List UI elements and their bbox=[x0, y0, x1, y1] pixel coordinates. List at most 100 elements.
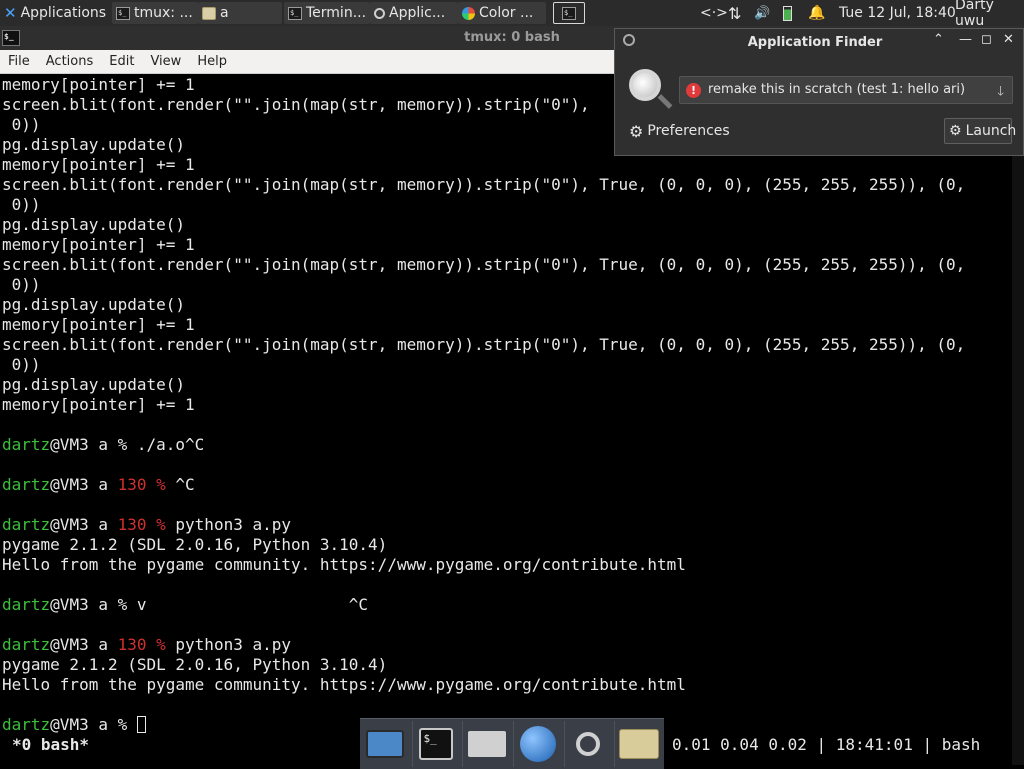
taskbar-item-label: Applic... bbox=[389, 5, 446, 21]
line-text: 0)) bbox=[2, 275, 41, 294]
line-text: pg.display.update() bbox=[2, 375, 186, 394]
menu-help[interactable]: Help bbox=[189, 54, 235, 69]
launch-icon: ⚙ bbox=[949, 123, 962, 139]
taskbar-item-folder-a[interactable]: a bbox=[198, 2, 282, 24]
line-text: memory[pointer] += 1 bbox=[2, 315, 195, 334]
output-line: memory[pointer] += 1 bbox=[2, 315, 1012, 335]
volume-icon[interactable]: 🔊 bbox=[754, 0, 770, 26]
line-text: pg.display.update() bbox=[2, 295, 186, 314]
line-text: pg.display.update() bbox=[2, 135, 186, 154]
taskbar-item-label: Termin... bbox=[306, 5, 367, 21]
command-text: v ^C bbox=[136, 595, 369, 614]
command-entry[interactable]: ! remake this in scratch (test 1: hello … bbox=[679, 76, 1013, 104]
application-finder-window: Application Finder ⌃ — ◻ ✕ ! remake this… bbox=[614, 28, 1024, 156]
xfce-logo-icon: ✕ bbox=[4, 4, 17, 22]
dock-app-finder[interactable] bbox=[563, 721, 613, 767]
home-folder-icon bbox=[468, 731, 507, 757]
maximize-button[interactable]: ◻ bbox=[981, 32, 992, 47]
dock-files[interactable] bbox=[614, 721, 663, 767]
prompt-host: @VM3 a bbox=[50, 635, 118, 654]
prompt-host: @VM3 a bbox=[50, 715, 118, 734]
menu-view[interactable]: View bbox=[142, 54, 189, 69]
output-line: pg.display.update() bbox=[2, 375, 1012, 395]
dock: $_ bbox=[360, 718, 664, 769]
line-text: screen.blit(font.render("".join(map(str,… bbox=[2, 255, 966, 274]
prompt-user: dartz bbox=[2, 635, 51, 654]
dock-web-browser[interactable] bbox=[512, 721, 562, 767]
taskbar-item-app-finder[interactable]: Applic... bbox=[370, 2, 458, 24]
taskbar-item-tmux[interactable]: $_ tmux: ... bbox=[112, 2, 198, 24]
output-line: screen.blit(font.render("".join(map(str,… bbox=[2, 335, 1012, 355]
output-line: Hello from the pygame community. https:/… bbox=[2, 555, 1012, 575]
output-line: pygame 2.1.2 (SDL 2.0.16, Python 3.10.4) bbox=[2, 535, 1012, 555]
prompt-user: dartz bbox=[2, 595, 51, 614]
transfer-icon[interactable]: ⇅ bbox=[728, 0, 741, 26]
prompt-user: dartz bbox=[2, 715, 51, 734]
network-icon[interactable]: <·> bbox=[700, 0, 728, 26]
taskbar-item-terminal[interactable]: $_ Termin... bbox=[284, 2, 370, 24]
folder-icon bbox=[619, 729, 660, 759]
battery-icon[interactable] bbox=[783, 0, 792, 26]
line-text: memory[pointer] += 1 bbox=[2, 155, 195, 174]
output-line: memory[pointer] += 1 bbox=[2, 155, 1012, 175]
prompt-user: dartz bbox=[2, 435, 51, 454]
line-text: 0)) bbox=[2, 195, 41, 214]
expand-arrow-icon[interactable]: 🡓 bbox=[997, 82, 1004, 104]
output-line: 0)) bbox=[2, 355, 1012, 375]
command-text: ^C bbox=[175, 475, 195, 494]
launch-button[interactable]: ⚙ Launch bbox=[944, 118, 1016, 144]
close-button[interactable]: ✕ bbox=[1003, 32, 1014, 47]
menu-actions[interactable]: Actions bbox=[38, 54, 102, 69]
notification-bell-icon[interactable]: 🔔 bbox=[808, 0, 825, 26]
tmux-status-right: 0.01 0.04 0.02 | 18:41:01 | bash bbox=[672, 735, 981, 754]
minimize-button[interactable]: — bbox=[959, 32, 972, 47]
prompt-line: dartz@VM3 a % ./a.o^C bbox=[2, 435, 1012, 455]
exit-code: 130 bbox=[117, 635, 157, 654]
output-line: memory[pointer] += 1 bbox=[2, 395, 1012, 415]
output-line: 0)) bbox=[2, 195, 1012, 215]
magnifier-icon bbox=[374, 7, 385, 19]
line-text: memory[pointer] += 1 bbox=[2, 395, 195, 414]
clock[interactable]: Tue 12 Jul, 18:40 bbox=[839, 0, 956, 26]
taskbar-item-color[interactable]: Color ... bbox=[458, 2, 546, 24]
applications-label: Applications bbox=[20, 5, 107, 21]
command-text: python3 a.py bbox=[175, 515, 291, 534]
line-text: pygame 2.1.2 (SDL 2.0.16, Python 3.10.4) bbox=[2, 655, 388, 674]
menu-edit[interactable]: Edit bbox=[101, 54, 142, 69]
output-line: pg.display.update() bbox=[2, 295, 1012, 315]
prompt-symbol: % bbox=[156, 515, 176, 534]
launch-label: Launch bbox=[965, 123, 1017, 139]
user-menu[interactable]: Darty uwu bbox=[955, 0, 1024, 29]
menu-file[interactable]: File bbox=[0, 54, 38, 69]
line-text: pg.display.update() bbox=[2, 215, 186, 234]
folder-icon bbox=[202, 6, 216, 20]
line-text: screen.blit(font.render("".join(map(str,… bbox=[2, 175, 966, 194]
dock-home-folder[interactable] bbox=[462, 721, 511, 767]
terminal-icon: $_ bbox=[419, 728, 454, 760]
output-line: screen.blit(font.render("".join(map(str,… bbox=[2, 255, 1012, 275]
applications-menu-button[interactable]: ✕ Applications bbox=[0, 2, 110, 24]
output-line: Hello from the pygame community. https:/… bbox=[2, 675, 1012, 695]
text-cursor bbox=[136, 716, 146, 733]
workspace-button[interactable]: $_ bbox=[553, 2, 585, 24]
line-text: memory[pointer] += 1 bbox=[2, 235, 195, 254]
dock-show-desktop[interactable] bbox=[361, 721, 410, 767]
preferences-button[interactable]: ⚙ Preferences bbox=[625, 118, 734, 144]
command-text: ./a.o^C bbox=[136, 435, 205, 454]
terminal-scrollbar[interactable] bbox=[1012, 75, 1024, 765]
terminal-output[interactable]: memory[pointer] += 1 screen.blit(font.ren… bbox=[0, 75, 1012, 765]
prompt-host: @VM3 a bbox=[50, 595, 118, 614]
dock-terminal[interactable]: $_ bbox=[411, 721, 461, 767]
line-text: memory[pointer] += 1 bbox=[2, 75, 195, 94]
app-finder-icon bbox=[576, 732, 601, 756]
line-text: pygame 2.1.2 (SDL 2.0.16, Python 3.10.4) bbox=[2, 535, 388, 554]
prompt-line: dartz@VM3 a 130 % ^C bbox=[2, 475, 1012, 495]
prompt-host: @VM3 a bbox=[50, 475, 118, 494]
terminal-icon: $_ bbox=[288, 6, 302, 20]
collapse-button[interactable]: ⌃ bbox=[933, 32, 944, 47]
